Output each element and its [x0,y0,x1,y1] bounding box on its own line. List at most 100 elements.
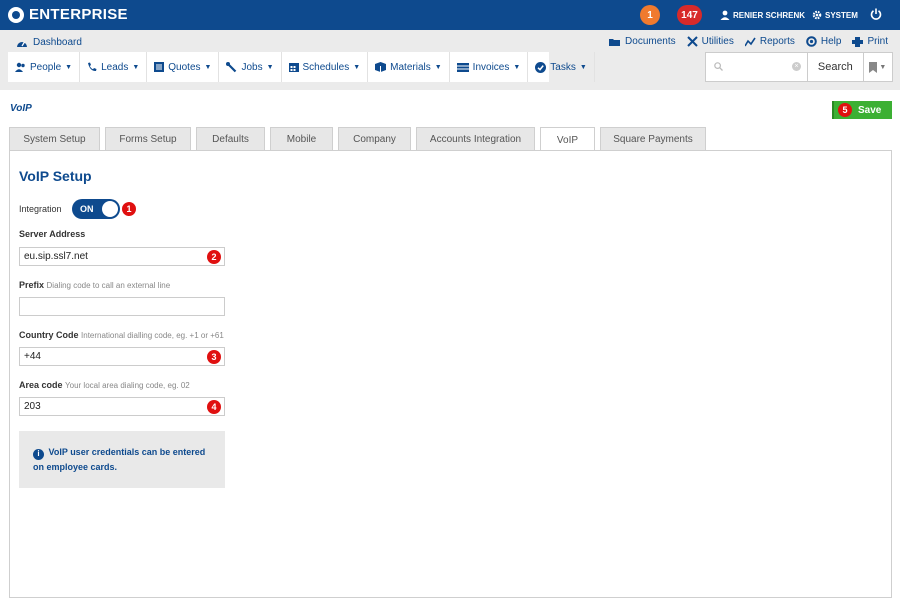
lifebuoy-icon [806,36,817,47]
info-icon: i [33,448,44,460]
tab-company[interactable]: Company [338,127,411,151]
tab-defaults[interactable]: Defaults [196,127,265,151]
server-address-field[interactable]: eu.sip.ssl7.net 2 [19,247,225,266]
menu-quotes-label: Quotes [168,61,201,73]
country-code-hint: International dialling code, eg. +1 or +… [81,331,224,340]
help-link[interactable]: Help [806,36,841,47]
toggle-state: ON [80,204,94,214]
documents-label: Documents [625,36,676,47]
chevron-down-icon: ▼ [266,63,274,71]
menu-tasks[interactable]: Tasks ▼ [528,52,595,82]
integration-label: Integration [19,204,62,214]
money-icon [456,62,469,72]
form-title: VoIP Setup [19,168,92,184]
menu-invoices-label: Invoices [472,61,510,73]
power-icon[interactable] [870,7,882,21]
menu-leads[interactable]: Leads ▼ [80,52,148,82]
search-icon [714,62,723,71]
user-icon [720,10,730,20]
area-code-label-text: Area code [19,380,63,390]
wrench-icon [226,61,237,72]
voip-panel [9,150,892,598]
people-icon [15,62,25,72]
settings-tabs: System Setup Forms Setup Defaults Mobile… [9,127,706,152]
area-code-value: 203 [24,401,41,412]
menu-invoices[interactable]: Invoices ▼ [450,52,529,82]
chevron-down-icon: ▼ [353,63,361,71]
menu-people-label: People [30,61,62,73]
menu-schedules[interactable]: Schedules ▼ [282,52,369,82]
user-menu[interactable]: RENIER SCHRENK [720,10,805,20]
reports-link[interactable]: Reports [744,36,795,47]
documents-link[interactable]: Documents [609,36,676,47]
printer-icon [852,36,864,47]
menu-people[interactable]: People ▼ [8,52,81,82]
nav-strip: Dashboard Documents Utilities Reports He… [0,30,900,90]
dashboard-label: Dashboard [33,37,82,48]
chevron-down-icon: ▼ [434,63,442,71]
print-link[interactable]: Print [852,36,888,47]
country-code-label: Country Code International dialling code… [19,330,224,340]
menu-quotes[interactable]: Quotes ▼ [147,52,220,82]
print-label: Print [867,36,888,47]
chevron-down-icon: ▼ [579,63,587,71]
system-menu[interactable]: SYSTEM [812,10,858,20]
info-text: VoIP user credentials can be entered on … [33,447,206,472]
bookmark-icon [869,61,878,73]
prefix-field[interactable] [19,297,225,316]
area-code-field[interactable]: 203 4 [19,397,225,416]
phone-icon [88,62,97,72]
brand-logo-icon [8,6,24,23]
country-code-field[interactable]: +44 3 [19,347,225,366]
reports-label: Reports [759,36,795,47]
step-marker-5: 5 [838,103,852,117]
search-box: × Search ▼ [705,52,893,82]
menu-materials-label: Materials [390,61,431,73]
menu-jobs[interactable]: Jobs ▼ [219,52,282,82]
search-button[interactable]: Search [807,53,863,81]
top-bar: ENTERPRISE 1 147 RENIER SCHRENK SYSTEM [0,0,900,30]
utility-links: Documents Utilities Reports Help Print [609,36,888,47]
toggle-knob [102,201,118,217]
chevron-down-icon: ▼ [879,63,887,71]
tab-forms-setup[interactable]: Forms Setup [105,127,191,151]
step-marker-2: 2 [207,250,221,264]
tab-system-setup[interactable]: System Setup [9,127,100,151]
alerts-badge[interactable]: 147 [677,5,702,25]
notification-badge[interactable]: 1 [640,5,660,25]
server-address-value: eu.sip.ssl7.net [24,251,88,262]
dashboard-link[interactable]: Dashboard [16,37,82,48]
main-menu: People ▼ Leads ▼ Quotes ▼ Jobs ▼ Schedules ▼ … [8,52,595,82]
area-code-hint: Your local area dialing code, eg. 02 [65,381,190,390]
save-button[interactable]: 5 Save [832,101,892,119]
step-marker-1: 1 [122,202,136,216]
chevron-down-icon: ▼ [204,63,212,71]
utilities-link[interactable]: Utilities [686,36,734,47]
box-icon [375,62,387,72]
chevron-down-icon: ▼ [65,63,73,71]
chevron-down-icon: ▼ [513,63,521,71]
page-title: VoIP [10,103,32,114]
clear-icon[interactable]: × [792,62,801,71]
tab-accounts-integration[interactable]: Accounts Integration [416,127,535,151]
area-code-label: Area code Your local area dialing code, … [19,380,190,390]
integration-toggle[interactable]: ON [72,199,120,219]
bookmarks-button[interactable]: ▼ [862,53,892,81]
tab-square-payments[interactable]: Square Payments [600,127,706,151]
gear-icon [812,10,822,20]
country-code-label-text: Country Code [19,330,79,340]
check-circle-icon [535,61,547,73]
tab-voip[interactable]: VoIP [540,127,595,152]
info-box: i VoIP user credentials can be entered o… [19,431,225,488]
calendar-icon [288,63,299,72]
save-label: Save [858,104,882,116]
dashboard-icon [17,41,27,47]
tab-mobile[interactable]: Mobile [270,127,333,151]
brand[interactable]: ENTERPRISE [8,6,128,23]
tools-icon [686,36,698,47]
brand-name: ENTERPRISE [29,6,128,23]
menu-materials[interactable]: Materials ▼ [368,52,450,82]
chevron-down-icon: ▼ [132,63,140,71]
menu-jobs-label: Jobs [241,61,263,73]
prefix-hint: Dialing code to call an external line [46,281,171,290]
